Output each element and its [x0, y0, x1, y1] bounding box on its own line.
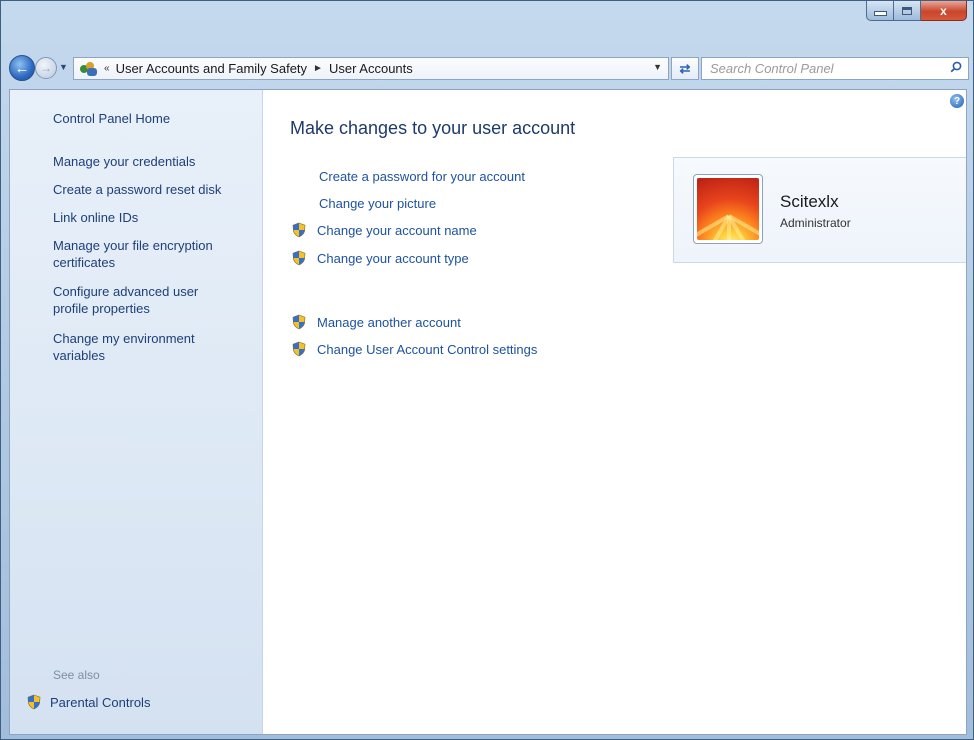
change-account-name-link[interactable]: Change your account name [291, 222, 477, 238]
task-label: Manage another account [317, 314, 461, 330]
control-panel-home-link[interactable]: Control Panel Home [53, 110, 170, 127]
help-icon[interactable]: ? [950, 94, 964, 108]
uac-shield-icon [27, 694, 41, 710]
address-dropdown-icon[interactable]: ▼ [653, 62, 662, 72]
back-arrow-icon: ← [14, 59, 30, 77]
parental-controls-link[interactable]: Parental Controls [26, 694, 150, 710]
create-password-reset-disk-link[interactable]: Create a password reset disk [53, 181, 253, 198]
forward-button[interactable]: → [35, 57, 57, 79]
breadcrumb-overflow[interactable]: « [104, 63, 110, 74]
minimize-icon [873, 11, 887, 16]
uac-shield-icon [292, 250, 306, 266]
manage-another-account-link[interactable]: Manage another account [291, 314, 461, 330]
task-label: Change User Account Control settings [317, 341, 538, 357]
maximize-button[interactable] [894, 1, 921, 21]
content-area: Control Panel Home Manage your credentia… [9, 89, 967, 735]
account-picture[interactable] [693, 174, 763, 244]
close-button[interactable]: x [921, 1, 967, 21]
search-box [701, 57, 969, 80]
configure-advanced-profile-link[interactable]: Configure advanced user profile properti… [53, 283, 233, 317]
change-environment-variables-link[interactable]: Change my environment variables [53, 330, 233, 364]
forward-arrow-icon: → [40, 61, 52, 75]
uac-shield-icon [292, 314, 306, 330]
breadcrumb-user-accounts-family-safety[interactable]: User Accounts and Family Safety [116, 61, 307, 76]
account-type: Administrator [780, 216, 851, 230]
change-uac-settings-link[interactable]: Change User Account Control settings [291, 341, 537, 357]
link-online-ids-link[interactable]: Link online IDs [53, 209, 253, 226]
breadcrumb-separator-icon[interactable]: ► [313, 63, 323, 74]
title-bar: x [1, 1, 973, 51]
page-title: Make changes to your user account [290, 118, 576, 138]
back-button[interactable]: ← [9, 55, 35, 81]
account-name: Scitexlx [780, 192, 839, 211]
search-input[interactable] [708, 60, 942, 77]
task-label: Change your account name [317, 222, 477, 238]
main-pane: ? Make changes to your user account Crea… [263, 90, 966, 734]
maximize-icon [902, 6, 912, 15]
refresh-button[interactable]: ⇄ [671, 57, 699, 80]
task-label: Create a password for your account [319, 169, 525, 184]
task-pane: Control Panel Home Manage your credentia… [10, 90, 263, 734]
change-picture-link[interactable]: Change your picture [291, 196, 436, 211]
close-icon: x [940, 3, 947, 18]
search-icon[interactable] [950, 61, 962, 73]
user-accounts-icon [80, 61, 98, 76]
task-label: Change your account type [317, 250, 469, 266]
parental-controls-label: Parental Controls [50, 694, 151, 710]
account-card: Scitexlx Administrator [673, 157, 966, 263]
control-panel-window: x ← → ▼ « User Accounts and Family Safet… [0, 0, 974, 740]
task-label: Change your picture [319, 196, 437, 211]
navigation-bar: ← → ▼ « User Accounts and Family Safety … [1, 52, 973, 84]
uac-shield-icon [292, 341, 306, 357]
address-bar[interactable]: « User Accounts and Family Safety ► User… [73, 57, 669, 80]
create-password-link[interactable]: Create a password for your account [291, 169, 525, 184]
manage-file-encryption-link[interactable]: Manage your file encryption certificates [53, 237, 243, 271]
caption-buttons: x [866, 1, 967, 21]
refresh-icon: ⇄ [679, 60, 691, 76]
minimize-button[interactable] [866, 1, 894, 21]
manage-credentials-link[interactable]: Manage your credentials [53, 153, 253, 170]
breadcrumb-user-accounts[interactable]: User Accounts [329, 61, 413, 76]
uac-shield-icon [292, 222, 306, 238]
recent-pages-dropdown[interactable]: ▼ [59, 62, 68, 72]
flower-picture-icon [697, 178, 759, 240]
see-also-heading: See also [53, 668, 100, 682]
change-account-type-link[interactable]: Change your account type [291, 250, 469, 266]
